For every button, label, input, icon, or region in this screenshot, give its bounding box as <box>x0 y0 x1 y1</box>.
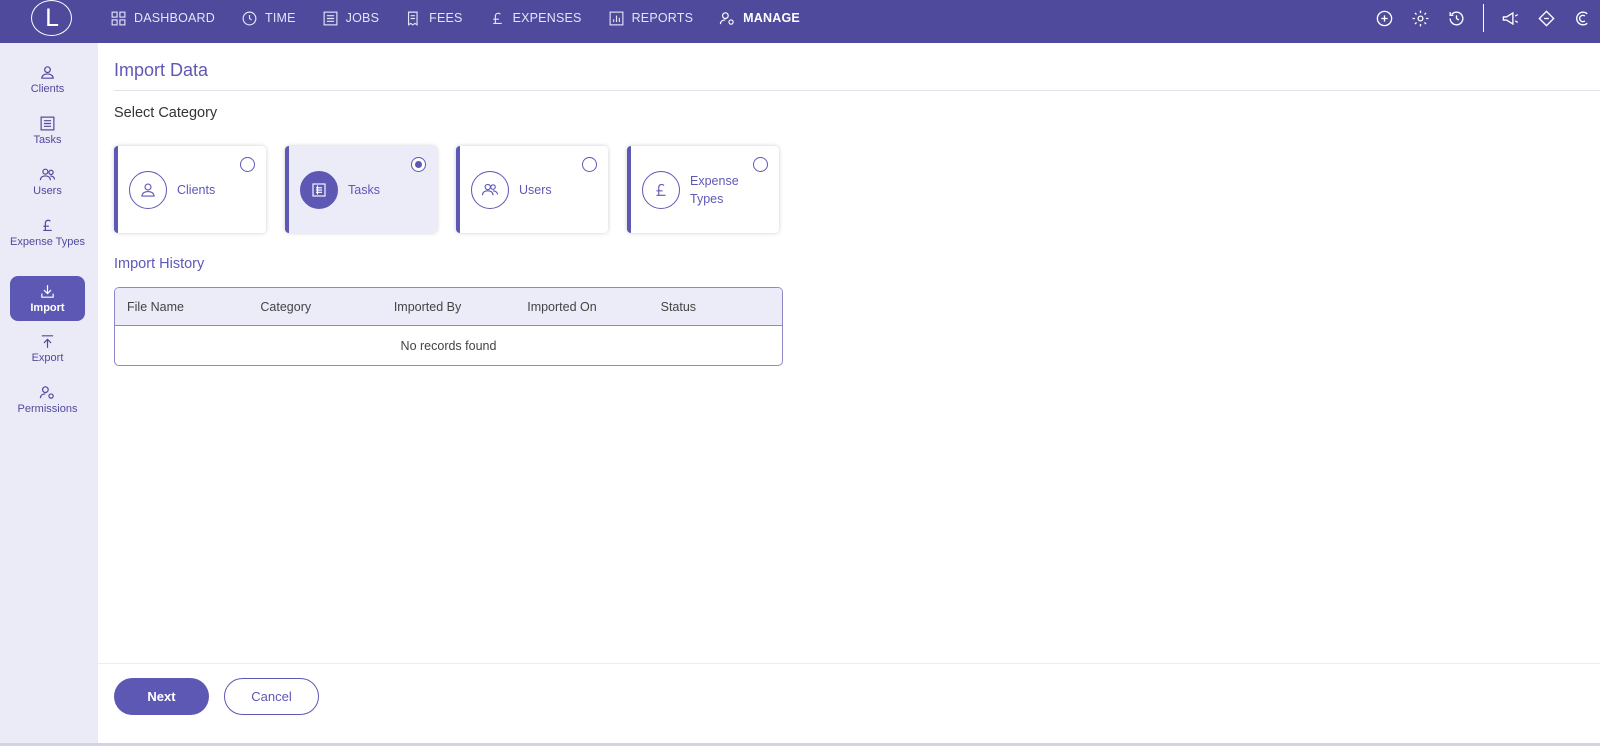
receipt-icon <box>408 11 418 26</box>
nav-reports-label: REPORTS <box>631 11 694 25</box>
pound-icon <box>492 12 502 24</box>
nav-manage-label: MANAGE <box>743 11 800 25</box>
history-icon[interactable] <box>1447 8 1467 28</box>
empty-state-message: No records found <box>400 339 497 353</box>
nav-expenses[interactable]: EXPENSES <box>489 10 582 27</box>
category-card-expense-types[interactable]: Expense Types <box>627 146 779 233</box>
person-icon <box>129 170 167 209</box>
logo-letter: L <box>44 4 59 32</box>
users-icon <box>39 168 56 181</box>
main-content: Import Data Select Category Clients Task… <box>98 43 1600 663</box>
select-category-heading: Select Category <box>114 105 218 121</box>
category-label: Clients <box>177 182 216 197</box>
clock-icon <box>242 11 257 25</box>
sidebar-item-label: Clients <box>30 83 65 95</box>
nav-time[interactable]: TIME <box>241 10 296 27</box>
toolbar-divider <box>1482 4 1484 32</box>
title-divider <box>114 90 1600 91</box>
category-card-clients[interactable]: Clients <box>114 146 266 233</box>
nav-fees[interactable]: FEES <box>405 10 462 27</box>
category-radio[interactable] <box>240 157 255 172</box>
sidebar-item-label: Expense Types <box>10 236 86 248</box>
task-list-icon <box>300 170 338 209</box>
sidebar-item-permissions[interactable]: Permissions <box>10 384 85 420</box>
sidebar-item-label: Import <box>30 302 65 314</box>
category-radio[interactable] <box>753 157 768 172</box>
user-gear-icon <box>720 11 734 25</box>
nav-time-label: TIME <box>264 11 296 25</box>
category-card-users[interactable]: Users <box>456 146 608 233</box>
grid-icon <box>111 11 126 25</box>
nav-jobs-label: JOBS <box>345 11 380 25</box>
bar-chart-icon <box>609 11 624 25</box>
list-icon <box>323 11 338 25</box>
category-label: Expense Types <box>690 173 739 206</box>
settings-icon[interactable] <box>1411 8 1431 28</box>
top-right-icons <box>1367 0 1600 36</box>
sidebar-item-label: Export <box>31 352 64 364</box>
sidebar-item-clients[interactable]: Clients <box>10 64 85 100</box>
sidebar-item-export[interactable]: Export <box>10 333 85 369</box>
column-header: File Name <box>127 299 184 314</box>
person-icon <box>41 66 54 79</box>
import-icon <box>41 285 54 298</box>
nav-fees-label: FEES <box>429 11 463 25</box>
sidebar-item-users[interactable]: Users <box>10 166 85 202</box>
announcement-icon[interactable] <box>1500 8 1520 28</box>
cancel-button[interactable]: Cancel <box>224 678 319 715</box>
action-footer: Next Cancel <box>98 663 1600 746</box>
column-header: Imported On <box>527 299 597 314</box>
column-header: Status <box>660 299 697 314</box>
export-icon <box>41 335 54 348</box>
import-history-table: File Name Category Imported By Imported … <box>114 287 783 366</box>
sidebar-item-import[interactable]: Import <box>10 276 85 321</box>
sidebar-item-label: Users <box>33 185 62 197</box>
nav-dashboard[interactable]: DASHBOARD <box>110 10 215 27</box>
app-logo[interactable]: L <box>31 0 72 36</box>
main-nav: DASHBOARD TIME JOBS FEES EXPENSES REPORT… <box>110 0 826 36</box>
nav-jobs[interactable]: JOBS <box>322 10 379 27</box>
category-card-tasks[interactable]: Tasks <box>285 146 437 233</box>
top-navigation-bar: L DASHBOARD TIME JOBS FEES EXPENSES REPO… <box>0 0 1600 43</box>
category-label: Tasks <box>348 182 380 197</box>
table-header: File Name Category Imported By Imported … <box>115 288 782 326</box>
nav-dashboard-label: DASHBOARD <box>134 11 215 25</box>
sidebar-item-label: Permissions <box>17 403 78 415</box>
nav-reports[interactable]: REPORTS <box>608 10 694 27</box>
task-list-icon <box>40 116 55 131</box>
pound-icon <box>43 219 52 232</box>
profile-c-icon[interactable] <box>1572 8 1592 28</box>
nav-manage[interactable]: MANAGE <box>719 10 800 27</box>
nav-expenses-label: EXPENSES <box>512 11 582 25</box>
pound-icon <box>642 170 680 209</box>
sidebar-item-label: Tasks <box>33 134 62 146</box>
column-header: Imported By <box>393 299 462 314</box>
category-radio[interactable] <box>582 157 597 172</box>
manage-sidebar: Clients Tasks Users Expense Types Import… <box>0 43 98 746</box>
page-title: Import Data <box>114 60 209 80</box>
ticket-icon[interactable] <box>1536 8 1556 28</box>
next-button[interactable]: Next <box>114 678 209 715</box>
user-gear-icon <box>39 386 54 399</box>
category-label: Users <box>519 182 552 197</box>
category-radio[interactable] <box>411 157 426 172</box>
sidebar-item-expense-types[interactable]: Expense Types <box>10 217 85 265</box>
users-icon <box>471 170 509 209</box>
add-circle-icon[interactable] <box>1375 8 1395 28</box>
sidebar-item-tasks[interactable]: Tasks <box>10 115 85 151</box>
import-history-heading: Import History <box>114 256 205 272</box>
column-header: Category <box>260 299 312 314</box>
